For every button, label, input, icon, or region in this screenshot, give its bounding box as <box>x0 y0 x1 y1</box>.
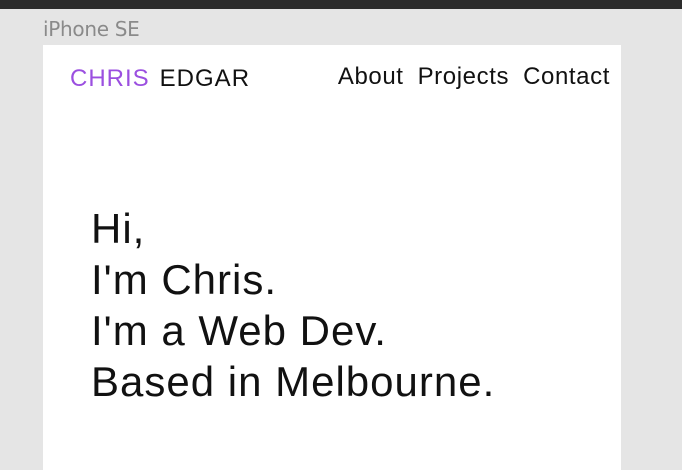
hero-line-name: I'm Chris. <box>91 256 278 303</box>
logo-first-name: CHRIS <box>70 65 150 92</box>
nav-link-contact[interactable]: Contact <box>523 63 610 91</box>
site-logo[interactable]: CHRIS EDGAR <box>70 65 250 93</box>
hero-line-greeting: Hi, <box>91 205 146 252</box>
nav-link-projects[interactable]: Projects <box>418 63 510 91</box>
hero-line-location: Based in Melbourne. <box>91 358 496 405</box>
artboard: CHRIS EDGAR About Projects Contact Hi, I'… <box>43 45 621 470</box>
hero-heading: Hi, I'm Chris. I'm a Web Dev. Based in M… <box>91 203 495 407</box>
hero-line-role: I'm a Web Dev. <box>91 307 387 354</box>
nav-link-about[interactable]: About <box>338 63 404 91</box>
top-toolbar-strip <box>0 0 682 9</box>
logo-last-name: EDGAR <box>159 65 251 92</box>
frame-label[interactable]: iPhone SE <box>43 17 140 41</box>
main-nav: About Projects Contact <box>338 63 610 91</box>
